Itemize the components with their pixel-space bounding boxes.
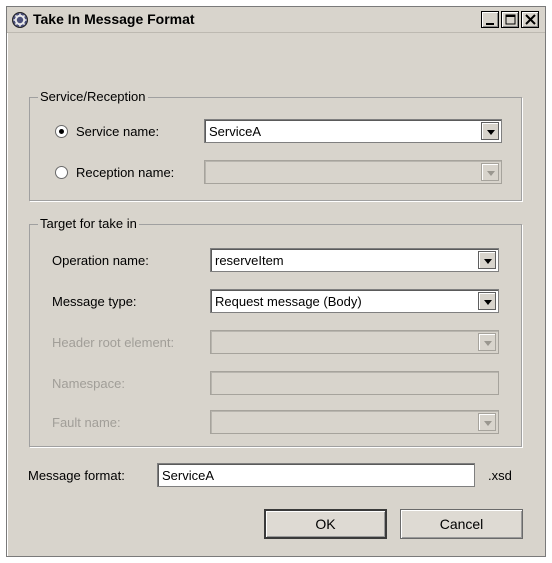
operation-name-value: reserveItem [215, 253, 284, 268]
chevron-down-icon [487, 130, 495, 135]
close-button[interactable] [521, 11, 539, 28]
target-for-take-in-group: Target for take in Operation name: reser… [29, 216, 522, 447]
chevron-down-icon [487, 171, 495, 176]
operation-name-dropdown-button[interactable] [478, 251, 496, 269]
service-name-radio[interactable] [55, 125, 68, 138]
window-title: Take In Message Format [33, 11, 195, 27]
reception-name-combo[interactable] [204, 160, 502, 184]
ok-button[interactable]: OK [264, 509, 387, 539]
title-bar: Take In Message Format [7, 7, 545, 33]
chevron-down-icon [484, 341, 492, 346]
message-type-label: Message type: [52, 294, 137, 309]
header-root-element-combo[interactable] [210, 330, 499, 354]
cancel-button[interactable]: Cancel [400, 509, 523, 539]
service-name-value: ServiceA [209, 124, 262, 139]
operation-name-combo[interactable]: reserveItem [210, 248, 499, 272]
chevron-down-icon [484, 300, 492, 305]
reception-name-dropdown-button[interactable] [481, 163, 499, 181]
close-icon [525, 14, 536, 25]
chevron-down-icon [484, 259, 492, 264]
minimize-button[interactable] [481, 11, 499, 28]
app-gear-icon[interactable] [11, 11, 29, 29]
namespace-label: Namespace: [52, 376, 125, 391]
service-reception-legend: Service/Reception [38, 89, 148, 104]
service-name-dropdown-button[interactable] [481, 122, 499, 140]
message-format-field[interactable]: ServiceA [157, 463, 475, 487]
service-name-label: Service name: [76, 124, 160, 139]
chevron-down-icon [484, 421, 492, 426]
message-type-value: Request message (Body) [215, 294, 362, 309]
service-name-combo[interactable]: ServiceA [204, 119, 502, 143]
reception-name-label: Reception name: [76, 165, 175, 180]
reception-name-radio[interactable] [55, 166, 68, 179]
message-format-value: ServiceA [162, 468, 215, 483]
header-root-element-label: Header root element: [52, 335, 175, 350]
minimize-icon [486, 23, 494, 25]
fault-name-label: Fault name: [52, 415, 121, 430]
message-format-label: Message format: [28, 468, 125, 483]
maximize-button[interactable] [501, 11, 519, 28]
fault-name-dropdown-button[interactable] [478, 413, 496, 431]
radio-selected-dot [59, 129, 64, 134]
message-type-combo[interactable]: Request message (Body) [210, 289, 499, 313]
maximize-icon [505, 14, 516, 25]
header-root-element-dropdown-button[interactable] [478, 333, 496, 351]
operation-name-label: Operation name: [52, 253, 149, 268]
target-legend: Target for take in [38, 216, 139, 231]
service-reception-group: Service/Reception Service name: ServiceA… [29, 89, 522, 201]
fault-name-combo[interactable] [210, 410, 499, 434]
xsd-suffix-label: .xsd [488, 468, 512, 483]
message-type-dropdown-button[interactable] [478, 292, 496, 310]
namespace-field[interactable] [210, 371, 499, 395]
dialog-window: Take In Message Format Service/Reception… [6, 6, 546, 557]
